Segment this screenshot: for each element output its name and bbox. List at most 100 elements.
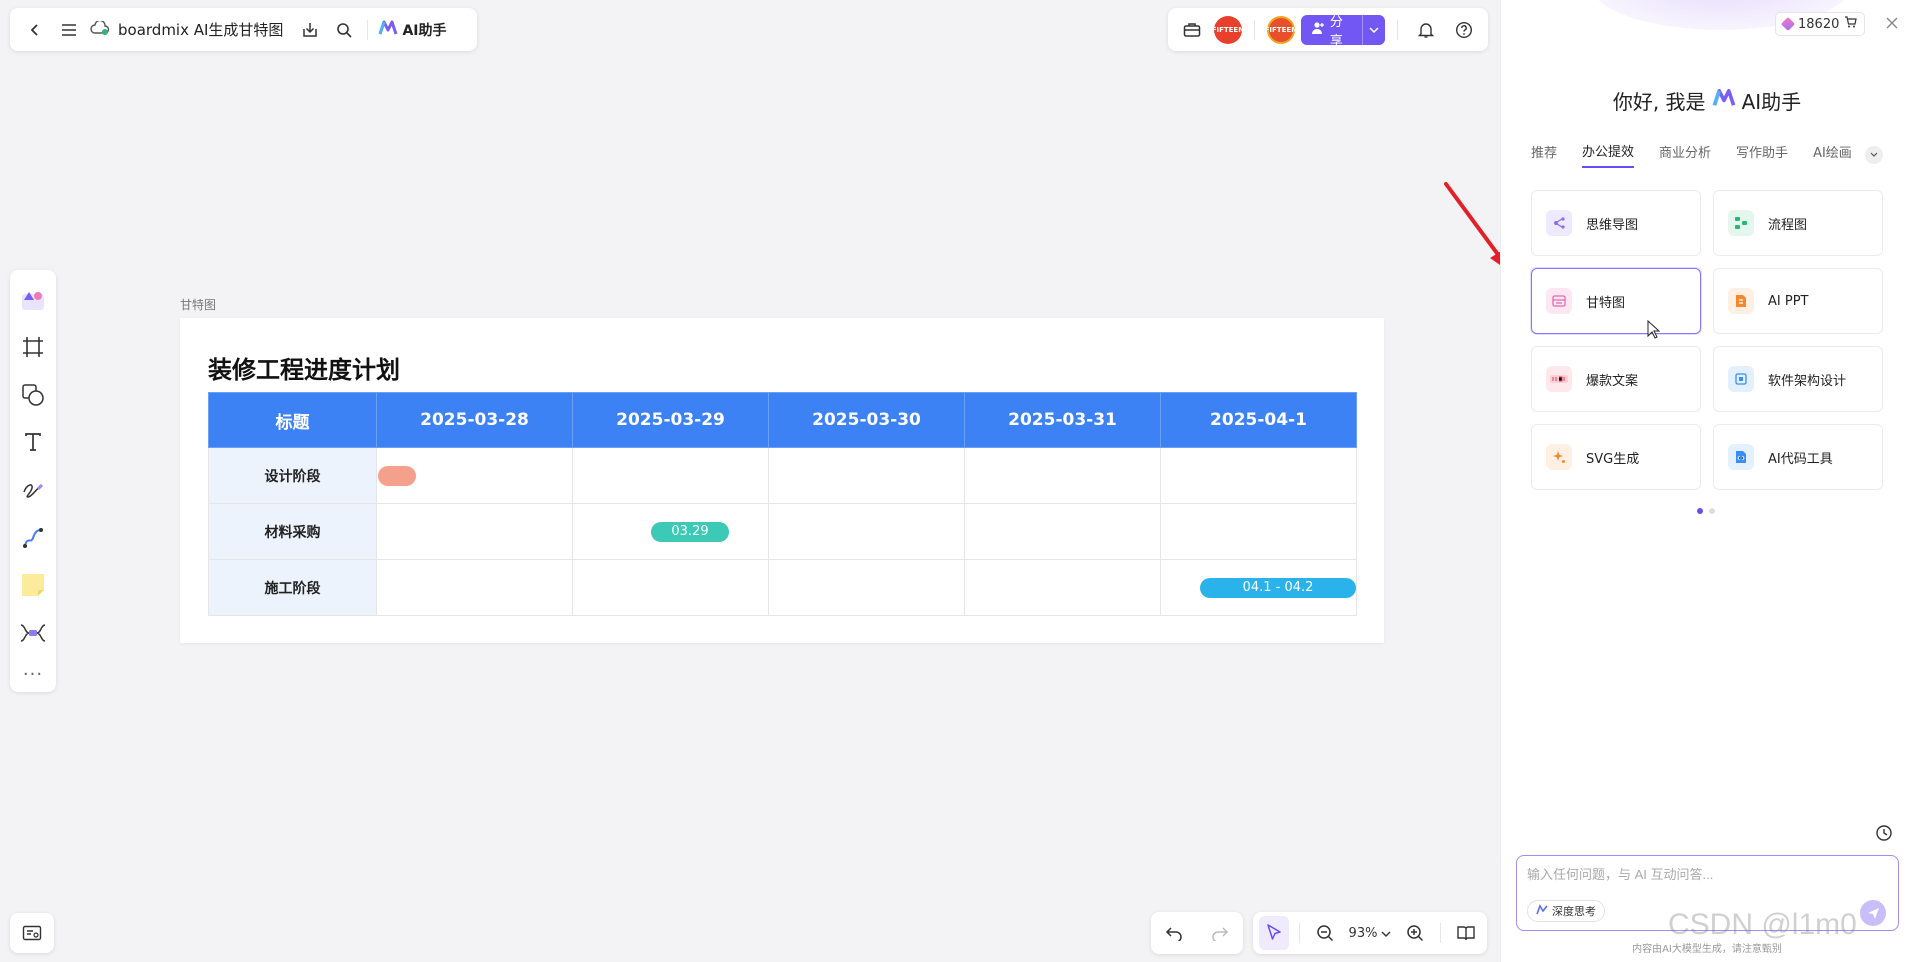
gantt-cell[interactable] bbox=[1160, 447, 1357, 504]
gantt-cell[interactable] bbox=[964, 503, 1161, 560]
redo-icon[interactable] bbox=[1203, 916, 1237, 950]
gantt-cell[interactable] bbox=[572, 447, 769, 504]
add-user-icon bbox=[1311, 21, 1325, 39]
tab-recommend[interactable]: 推荐 bbox=[1531, 142, 1557, 167]
ai-logo-icon bbox=[378, 20, 398, 40]
page-dot[interactable] bbox=[1697, 508, 1703, 514]
header-cell[interactable]: 2025-03-31 bbox=[964, 392, 1161, 448]
chat-input[interactable] bbox=[1527, 864, 1887, 890]
gantt-cell[interactable]: 04.1 - 04.2 bbox=[1160, 559, 1357, 616]
greeting: 你好, 我是 AI助手 bbox=[1501, 86, 1912, 115]
frame-icon[interactable] bbox=[10, 324, 56, 372]
tab-business[interactable]: 商业分析 bbox=[1659, 142, 1711, 167]
sticky-note-icon[interactable] bbox=[10, 561, 56, 609]
briefcase-icon[interactable] bbox=[1176, 13, 1208, 47]
history-clock-icon[interactable] bbox=[1875, 824, 1893, 846]
card-architecture[interactable]: 软件架构设计 bbox=[1713, 346, 1883, 412]
avatar[interactable]: FIFTEEN bbox=[1265, 15, 1297, 44]
search-icon[interactable] bbox=[327, 13, 361, 47]
flowchart-icon bbox=[1728, 210, 1754, 236]
card-ai-code[interactable]: AI代码工具 bbox=[1713, 424, 1883, 490]
header-cell[interactable]: 2025-03-30 bbox=[768, 392, 965, 448]
document-title[interactable]: boardmix AI生成甘特图 bbox=[90, 19, 283, 40]
gantt-cell[interactable] bbox=[572, 559, 769, 616]
task-bar[interactable]: 04.1 - 04.2 bbox=[1200, 577, 1356, 598]
gantt-frame[interactable]: 装修工程进度计划 标题 2025-03-28 2025-03-29 2025-0… bbox=[180, 318, 1384, 643]
menu-icon[interactable] bbox=[52, 13, 86, 47]
gantt-cell[interactable] bbox=[376, 447, 573, 504]
zoom-toolbar: 93% bbox=[1253, 912, 1487, 954]
tab-writing[interactable]: 写作助手 bbox=[1736, 142, 1788, 167]
gantt-cell[interactable]: 03.29 bbox=[572, 503, 769, 560]
card-mindmap[interactable]: 思维导图 bbox=[1531, 190, 1701, 256]
undo-icon[interactable] bbox=[1157, 916, 1191, 950]
top-right-toolbar: FIFTEEN FIFTEEN 分享 bbox=[1168, 8, 1488, 51]
chevron-down-icon[interactable] bbox=[1864, 145, 1883, 164]
card-viral-copy[interactable]: 爆款文案 bbox=[1531, 346, 1701, 412]
gantt-cell[interactable] bbox=[1160, 503, 1357, 560]
connector-icon[interactable] bbox=[10, 514, 56, 562]
card-gantt[interactable]: 甘特图 bbox=[1531, 268, 1701, 334]
frame-label[interactable]: 甘特图 bbox=[180, 296, 216, 313]
send-icon[interactable] bbox=[1860, 900, 1886, 926]
divider bbox=[1253, 19, 1255, 40]
header-cell[interactable]: 2025-03-29 bbox=[572, 392, 769, 448]
card-svg[interactable]: SVG生成 bbox=[1531, 424, 1701, 490]
row-label[interactable]: 材料采购 bbox=[208, 503, 377, 560]
gantt-table[interactable]: 标题 2025-03-28 2025-03-29 2025-03-30 2025… bbox=[208, 392, 1357, 616]
category-tabs: 推荐 办公提效 商业分析 写作助手 AI绘画 bbox=[1531, 141, 1883, 168]
gantt-cell[interactable] bbox=[768, 447, 965, 504]
text-icon[interactable] bbox=[10, 419, 56, 467]
pen-icon[interactable] bbox=[10, 466, 56, 514]
zoom-out-icon[interactable] bbox=[1310, 916, 1340, 950]
download-icon[interactable] bbox=[293, 13, 327, 47]
gantt-cell[interactable] bbox=[768, 503, 965, 560]
zoom-level-select[interactable]: 93% bbox=[1345, 926, 1396, 941]
left-toolbar: ··· bbox=[10, 270, 56, 692]
gantt-cell[interactable] bbox=[964, 559, 1161, 616]
mindmap-tool-icon[interactable] bbox=[10, 609, 56, 657]
zoom-in-icon[interactable] bbox=[1399, 916, 1429, 950]
minimap-icon[interactable] bbox=[10, 913, 54, 953]
shape-icon[interactable] bbox=[10, 371, 56, 419]
close-icon[interactable] bbox=[1885, 14, 1899, 35]
ai-assistant-button[interactable]: AI助手 bbox=[378, 20, 446, 40]
back-icon[interactable] bbox=[18, 13, 52, 47]
card-flowchart[interactable]: 流程图 bbox=[1713, 190, 1883, 256]
gantt-cell[interactable] bbox=[376, 559, 573, 616]
task-bar[interactable] bbox=[378, 465, 416, 486]
book-icon[interactable] bbox=[1451, 916, 1481, 950]
avatar[interactable]: FIFTEEN bbox=[1212, 15, 1244, 44]
header-cell[interactable]: 2025-03-28 bbox=[376, 392, 573, 448]
task-bar[interactable]: 03.29 bbox=[651, 521, 729, 542]
ai-assistant-panel: 18620 你好, 我是 AI助手 推荐 办公提效 商业分析 写作助手 AI绘画… bbox=[1500, 0, 1912, 962]
divider bbox=[1439, 923, 1441, 943]
watermark: CSDN @l1m0 bbox=[1668, 908, 1857, 941]
bell-icon[interactable] bbox=[1410, 13, 1442, 47]
deep-think-toggle[interactable]: 深度思考 bbox=[1527, 900, 1605, 922]
gantt-title[interactable]: 装修工程进度计划 bbox=[208, 350, 400, 385]
gantt-cell[interactable] bbox=[768, 559, 965, 616]
card-label: AI PPT bbox=[1768, 293, 1809, 309]
greeting-brand: AI助手 bbox=[1741, 90, 1802, 114]
share-button[interactable]: 分享 bbox=[1300, 14, 1386, 49]
gantt-icon bbox=[1546, 288, 1572, 314]
page-dot[interactable] bbox=[1709, 508, 1715, 514]
row-label[interactable]: 设计阶段 bbox=[208, 447, 377, 504]
select-pointer-icon[interactable] bbox=[1259, 916, 1290, 950]
credits-badge[interactable]: 18620 bbox=[1775, 12, 1866, 36]
chevron-down-icon[interactable] bbox=[1363, 15, 1385, 45]
header-cell[interactable]: 标题 bbox=[208, 392, 377, 448]
row-label[interactable]: 施工阶段 bbox=[208, 559, 377, 616]
tab-office[interactable]: 办公提效 bbox=[1582, 141, 1635, 168]
more-tools-icon[interactable]: ··· bbox=[10, 656, 56, 692]
table-row: 施工阶段 04.1 - 04.2 bbox=[208, 559, 1357, 616]
header-cell[interactable]: 2025-04-1 bbox=[1160, 392, 1357, 448]
svg-icon bbox=[1546, 444, 1572, 470]
card-ai-ppt[interactable]: AI PPT bbox=[1713, 268, 1883, 334]
tab-ai-drawing[interactable]: AI绘画 bbox=[1813, 142, 1852, 167]
template-icon[interactable] bbox=[10, 276, 56, 324]
gantt-cell[interactable] bbox=[964, 447, 1161, 504]
gantt-cell[interactable] bbox=[376, 503, 573, 560]
help-icon[interactable] bbox=[1448, 13, 1480, 47]
